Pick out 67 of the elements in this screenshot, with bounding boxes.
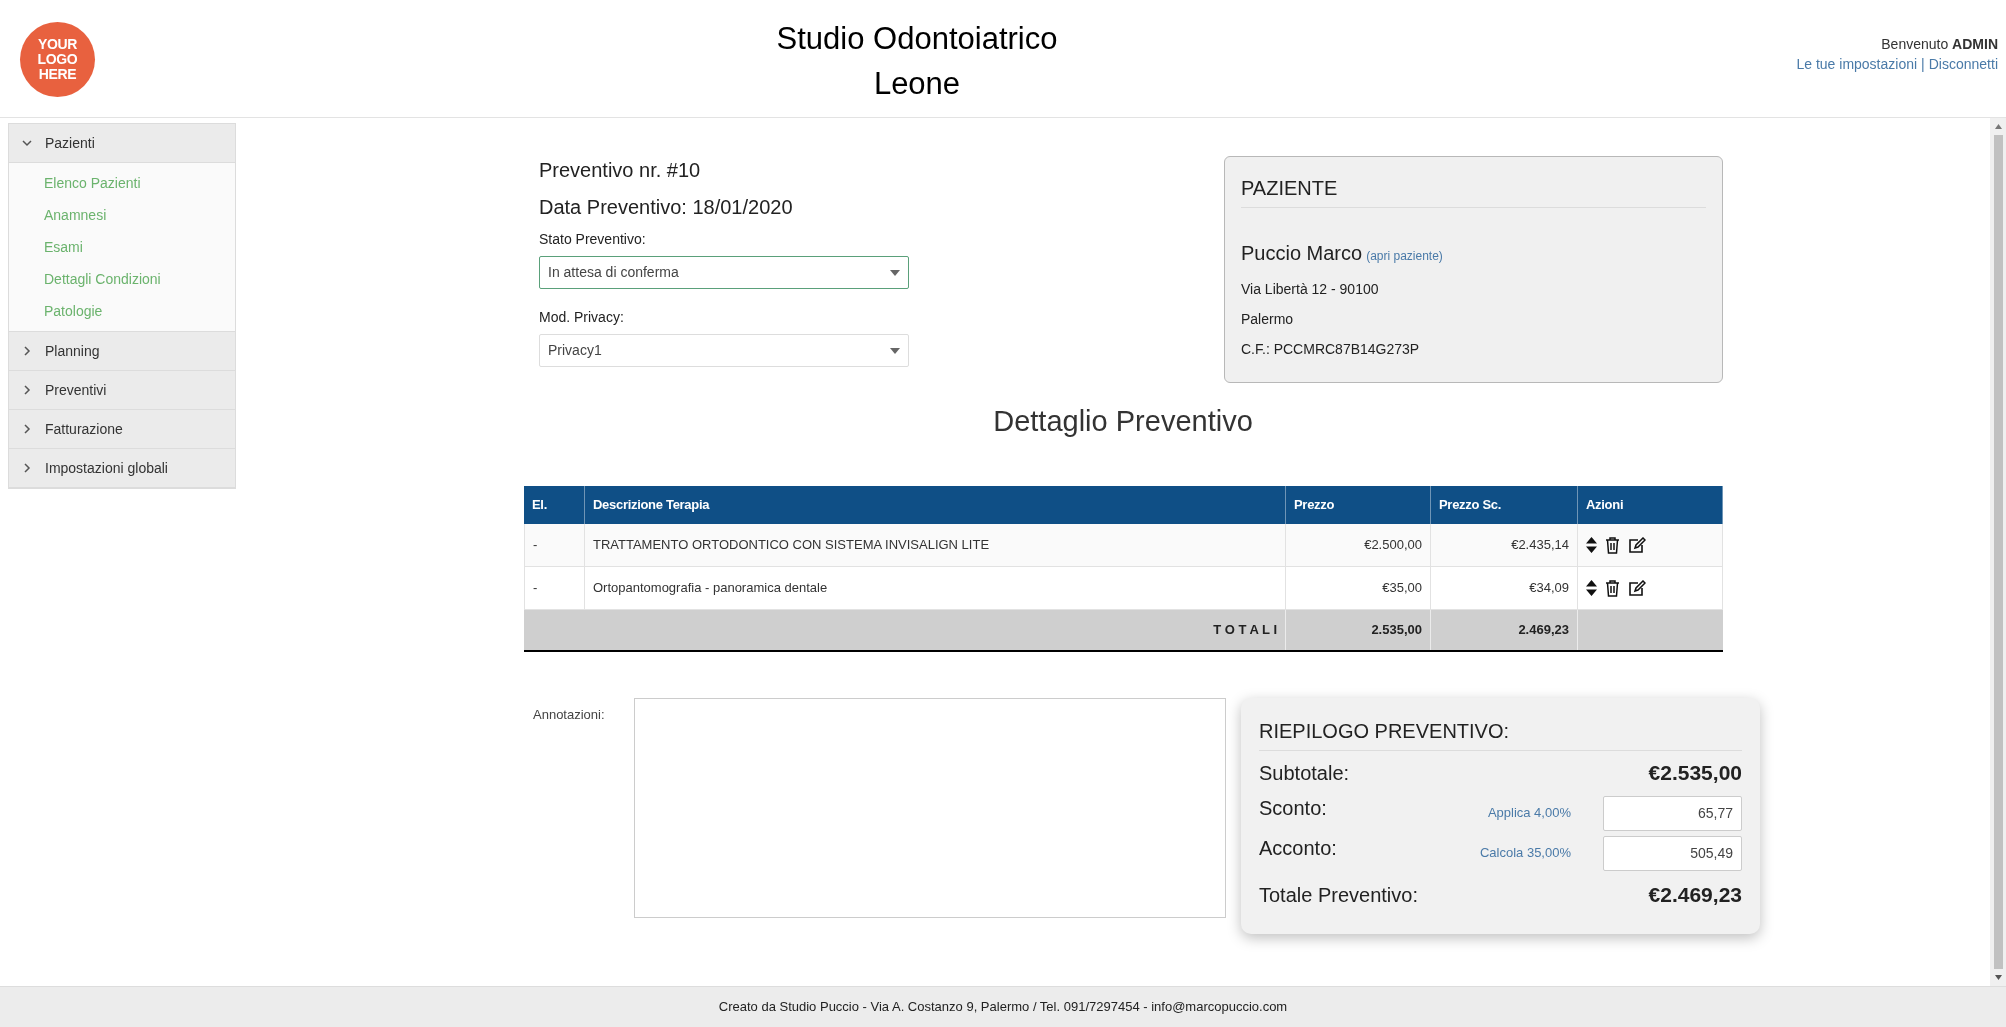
scroll-down-icon[interactable] [1994,975,2002,980]
select-field[interactable]: Privacy1 [539,334,909,367]
action-link[interactable]: Calcola 35,00% [1479,843,1571,863]
amount-field[interactable]: 65,77 [1603,795,1742,831]
card-heading: RIEPILOGO PREVENTIVO: [1259,716,1742,751]
select-field[interactable]: In attesa di conferma [539,256,909,289]
table-cell: €2.500,00 [1286,524,1431,566]
logout-link[interactable]: Disconnetti [1928,54,1998,74]
site-title: Leone [873,65,961,103]
edit-icon[interactable] [1628,579,1646,597]
link-separator: | [1921,55,1925,74]
quote-number: Preventivo nr. #10 [539,158,702,183]
field-label: Mod. Privacy: [539,308,625,327]
patient-detail: Palermo [1241,310,1295,328]
settings-link[interactable]: Le tue impostazioni [1796,54,1918,74]
submenu-item[interactable]: Dettagli Condizioni [9,265,235,293]
table-cell: TRATTAMENTO ORTODONTICO CON SISTEMA INVISALIGN LITE [585,524,1286,566]
table-cell: Ortopantomografia - panoramica dentale [585,567,1286,609]
chevron-right-icon [21,345,33,357]
scrollbar[interactable] [1990,118,2006,986]
footer-text: Creato da Studio Puccio - Via A. Costanzo 9, Palermo / Tel. 091/7297454 - info@marcopuccio.com [718,998,1288,1017]
table-cell: €34,09 [1431,567,1578,609]
action-link[interactable]: Applica 4,00% [1487,803,1571,823]
patient-detail: C.F.: PCCMRC87B14G273P [1241,340,1421,358]
card-heading: PAZIENTE [1241,173,1706,208]
field-label: Stato Preventivo: [539,230,647,249]
dropdown-caret-icon [890,269,900,276]
submenu-item[interactable]: Patologie [9,297,235,325]
summary-value: €2.469,23 [1648,882,1742,909]
table-cell: 2.469,23 [1431,610,1578,650]
submenu-item[interactable]: Elenco Pazienti [9,169,235,197]
submenu-item[interactable]: Anamnesi [9,201,235,229]
sort-icon[interactable] [1586,537,1597,553]
summary-label: Sconto: [1259,796,1328,821]
summary-value: €2.535,00 [1648,760,1742,787]
table-cell: €2.435,14 [1431,524,1578,566]
table-cell: - [524,524,585,566]
site-title: Studio Odontoiatrico [776,20,1058,58]
scroll-up-icon[interactable] [1994,124,2002,129]
amount-field[interactable]: 505,49 [1603,835,1742,871]
welcome-text: Benvenuto ADMIN [1881,35,1998,54]
table-cell: €35,00 [1286,567,1431,609]
trash-icon[interactable] [1605,579,1620,597]
patient-detail: Via Libertà 12 - 90100 [1241,280,1380,298]
summary-label: Subtotale: [1259,761,1351,786]
patient-name: Puccio Marco [1241,241,1363,266]
edit-icon[interactable] [1628,536,1646,554]
chevron-right-icon [21,384,33,396]
submenu-item[interactable]: Esami [9,233,235,261]
totals-label: T O T A L I [524,610,1286,650]
notes-label: Annotazioni: [533,706,605,724]
table-cell: 2.535,00 [1286,610,1431,650]
chevron-right-icon [21,462,33,474]
open-patient-link[interactable]: (apri paziente) [1366,247,1443,265]
sort-icon[interactable] [1586,580,1597,596]
trash-icon[interactable] [1605,536,1620,554]
quote-date: Data Preventivo: 18/01/2020 [539,195,794,220]
summary-label: Acconto: [1259,836,1338,861]
chevron-down-icon [21,137,33,149]
logo: YOUR LOGO HERE [20,22,95,97]
notes-field[interactable] [634,698,1226,918]
scroll-thumb[interactable] [1993,135,2003,969]
section-title: Dettaglio Preventivo [992,404,1254,439]
dropdown-caret-icon [890,347,900,354]
table-cell: - [524,567,585,609]
chevron-right-icon [21,423,33,435]
summary-label: Totale Preventivo: [1259,883,1419,908]
